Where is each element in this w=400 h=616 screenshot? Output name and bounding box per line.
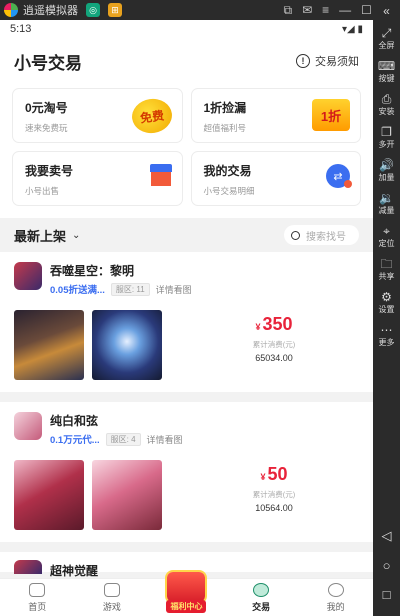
- screenshot-thumb[interactable]: [14, 310, 84, 380]
- price: ¥50: [260, 464, 288, 484]
- screenshot-thumb[interactable]: [92, 310, 162, 380]
- game-icon: [14, 412, 42, 440]
- total-spent-label: 累计消费(元): [252, 340, 296, 349]
- menu-icon[interactable]: ≡: [322, 3, 329, 18]
- total-spent-value: 65034.00: [255, 353, 293, 363]
- back-nav-icon[interactable]: ◁: [382, 528, 392, 544]
- install-button[interactable]: ⎙ 安装: [379, 92, 395, 117]
- emulator-title-bar: 逍遥模拟器 ◎ ⊞ ⧉ ✉ ≡ — ☐ ✕: [0, 0, 400, 20]
- app-tab-icon[interactable]: ◎: [86, 3, 100, 17]
- trade-notice-button[interactable]: ! 交易须知: [296, 53, 359, 69]
- details-link[interactable]: 详情看图: [147, 433, 183, 446]
- keymap-button[interactable]: ⌨ 按键: [378, 59, 395, 84]
- info-icon: !: [296, 54, 310, 68]
- minimize-icon[interactable]: —: [339, 3, 351, 18]
- chevron-down-icon[interactable]: ⌄: [72, 230, 80, 241]
- gamepad-icon: [103, 583, 120, 597]
- page-header: 小号交易 ! 交易须知: [0, 38, 373, 84]
- game-name: 超神觉醒: [50, 564, 99, 578]
- status-bar: 5:13 ▾◢ ▮: [0, 20, 373, 38]
- discount-card[interactable]: 1折捡漏 超值福利号 1折: [190, 88, 361, 143]
- volume-up-button[interactable]: 🔊 加量: [379, 158, 395, 183]
- discount-badge-icon: 1折: [312, 99, 350, 131]
- search-placeholder: 搜索找号: [306, 231, 346, 243]
- red-packet-icon: [167, 572, 206, 602]
- maximize-icon[interactable]: ☐: [361, 3, 372, 18]
- listing-item[interactable]: 吞噬星空：黎明 0.05折送满... 服区: 11 详情看图 ¥350 累计消费…: [0, 252, 373, 392]
- mail-icon[interactable]: ✉: [302, 3, 312, 18]
- folder-icon: 🗀: [380, 257, 393, 271]
- keyboard-icon: ⌨: [377, 59, 396, 73]
- restore-icon[interactable]: ⧉: [284, 3, 293, 18]
- settings-button[interactable]: ⚙ 设置: [379, 290, 395, 315]
- server-badge: 服区: 4: [105, 432, 141, 446]
- collapse-sidebar-icon[interactable]: «: [383, 4, 390, 18]
- discount-tag: 0.1万元代...: [50, 435, 100, 446]
- total-spent-label: 累计消费(元): [252, 490, 296, 499]
- more-button[interactable]: ⋯ 更多: [379, 323, 395, 348]
- game-icon: [14, 262, 42, 290]
- share-button[interactable]: 🗀 共享: [379, 257, 395, 282]
- tab-mine[interactable]: 我的: [298, 579, 373, 616]
- details-link[interactable]: 详情看图: [156, 283, 192, 296]
- feature-cards: 0元淘号 速来免费玩 免费 1折捡漏 超值福利号 1折 我要卖号 小号出售 我的…: [0, 84, 373, 218]
- search-input[interactable]: 搜索找号: [284, 225, 359, 245]
- total-spent-value: 10564.00: [255, 503, 293, 513]
- home-icon: [29, 583, 46, 597]
- multi-instance-button[interactable]: ❐ 多开: [379, 125, 395, 150]
- price: ¥350: [255, 314, 293, 334]
- emulator-title: 逍遥模拟器: [23, 5, 78, 17]
- server-badge: 服区: 11: [110, 282, 150, 296]
- my-trades-card[interactable]: 我的交易 小号交易明细 ⇄: [190, 151, 361, 206]
- game-icon: [14, 560, 42, 574]
- volume-down-button[interactable]: 🔉 减量: [379, 191, 395, 216]
- fullscreen-icon: ⤢: [381, 26, 392, 40]
- home-nav-icon[interactable]: ○: [383, 558, 391, 573]
- location-icon: ⌖: [383, 224, 390, 238]
- multi-window-icon: ❐: [381, 125, 392, 139]
- search-icon: [291, 230, 300, 240]
- emulator-logo-icon: [4, 3, 18, 17]
- latest-section-header: 最新上架 ⌄ 搜索找号: [0, 218, 373, 252]
- emulator-sidebar: « ⤢ 全屏 ⌨ 按键 ⎙ 安装 ❐ 多开 🔊 加量 🔉 减量 ⌖ 定位 🗀 共享 ⚙ 设置 ⋯ 更…: [373, 0, 400, 616]
- screenshot-thumb[interactable]: [14, 460, 84, 530]
- tab-welfare[interactable]: 福利中心: [149, 572, 224, 616]
- game-tab-icon[interactable]: ⊞: [108, 3, 122, 17]
- shop-icon: [149, 164, 172, 188]
- location-button[interactable]: ⌖ 定位: [379, 224, 395, 249]
- trade-notice-label: 交易须知: [315, 56, 359, 68]
- bottom-tab-bar: 首页 游戏 福利中心 交易 我的: [0, 572, 373, 616]
- screenshot-thumb[interactable]: [92, 460, 162, 530]
- trade-icon: [253, 583, 270, 597]
- recents-nav-icon[interactable]: □: [383, 587, 391, 602]
- free-account-card[interactable]: 0元淘号 速来免费玩 免费: [12, 88, 183, 143]
- tab-home[interactable]: 首页: [0, 579, 75, 616]
- exchange-icon: ⇄: [326, 164, 352, 188]
- gear-icon: ⚙: [381, 290, 392, 304]
- signal-battery-icon: ▾◢ ▮: [342, 23, 363, 35]
- volume-up-icon: 🔊: [379, 158, 394, 172]
- section-title[interactable]: 最新上架: [14, 226, 66, 245]
- sell-account-card[interactable]: 我要卖号 小号出售: [12, 151, 183, 206]
- apk-icon: ⎙: [381, 92, 392, 106]
- status-time: 5:13: [10, 23, 32, 35]
- listing-item[interactable]: 纯白和弦 0.1万元代... 服区: 4 详情看图 ¥50 累计消费(元) 10…: [0, 402, 373, 542]
- profile-icon: [327, 583, 344, 597]
- listing-item[interactable]: 超神觉醒: [0, 552, 373, 578]
- discount-tag: 0.05折送满...: [50, 285, 105, 296]
- fullscreen-button[interactable]: ⤢ 全屏: [379, 26, 395, 51]
- phone-screen: 5:13 ▾◢ ▮ 小号交易 ! 交易须知 0元淘号 速来免费玩 免费 1折捡漏…: [0, 20, 373, 616]
- volume-down-icon: 🔉: [379, 191, 394, 205]
- page-title: 小号交易: [14, 53, 82, 73]
- more-icon: ⋯: [380, 323, 393, 337]
- game-name: 吞噬星空：黎明: [50, 264, 135, 278]
- tab-trade[interactable]: 交易: [224, 579, 299, 616]
- game-name: 纯白和弦: [50, 414, 99, 428]
- tab-games[interactable]: 游戏: [75, 579, 150, 616]
